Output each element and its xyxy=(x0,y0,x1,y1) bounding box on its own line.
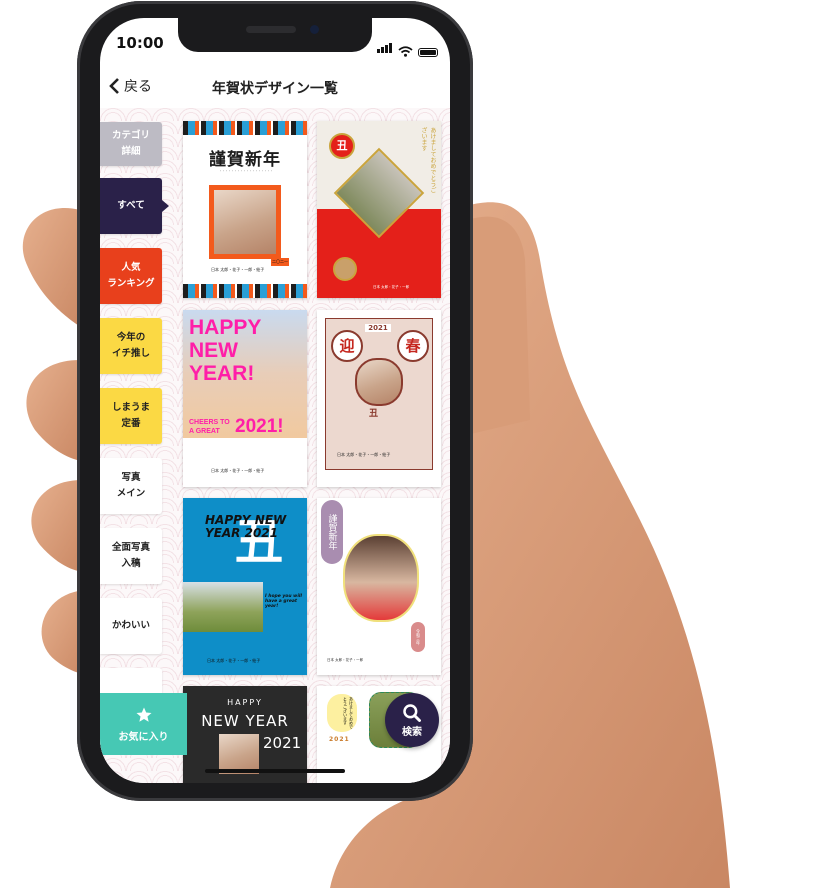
card-names: 日本 太郎・花子・一郎 xyxy=(327,658,364,662)
card-headline: HAPPY NEW YEAR 2021 xyxy=(205,513,287,540)
photo-frame xyxy=(209,185,281,259)
card-headline: 謹賀新年 xyxy=(209,150,281,170)
card-headline: あけましておめでとうございます xyxy=(327,694,357,732)
card-names: 日本 太郎・花子・一郎 xyxy=(373,285,410,289)
nav-bar: 戻る 年賀状デザイン一覧 xyxy=(100,70,450,109)
design-card[interactable]: HAPPY NEW YEAR! CHEERS TO A GREAT 2021! … xyxy=(183,310,307,487)
category-item[interactable]: 人気 ランキング xyxy=(100,248,162,304)
notch xyxy=(178,18,372,52)
speaker xyxy=(246,26,296,33)
category-item[interactable]: カテゴリ 詳細 xyxy=(100,122,162,166)
design-card[interactable]: 丑 HAPPY NEW YEAR 2021 I hope you will ha… xyxy=(183,498,307,675)
category-item[interactable]: 全面写真 入稿 xyxy=(100,528,162,584)
search-button[interactable]: 検索 xyxy=(385,693,439,747)
wifi-icon xyxy=(398,46,413,57)
status-icons xyxy=(377,38,438,57)
card-names: 日本 太郎・花子・一郎・絵子 xyxy=(207,658,261,663)
page-title: 年賀状デザイン一覧 xyxy=(212,81,338,97)
card-sub: NEW YEAR xyxy=(201,712,289,730)
card-left-char: 迎 xyxy=(331,330,363,362)
card-headline: 謹賀新年 xyxy=(321,500,343,564)
card-sub: I hope you will have a great year! xyxy=(265,594,302,609)
card-zodiac: 丑 xyxy=(369,409,379,419)
battery-icon xyxy=(418,48,438,57)
card-headline: HAPPY xyxy=(227,698,263,707)
favorites-label: お気に入り xyxy=(118,731,169,743)
category-label: 写真 メイン xyxy=(116,472,146,499)
camera xyxy=(310,25,319,34)
card-year: 2021 xyxy=(263,734,302,752)
card-era: 令和三年 xyxy=(411,622,425,652)
stripe-border xyxy=(183,121,307,135)
card-year: 2021! xyxy=(235,416,284,437)
selected-indicator xyxy=(162,200,169,212)
card-names: 日本 太郎・花子・一郎・絵子 xyxy=(337,452,391,457)
search-icon xyxy=(403,703,421,722)
home-indicator xyxy=(205,769,345,773)
category-label: かわいい xyxy=(111,620,150,631)
card-year: 2021 xyxy=(365,324,391,332)
design-card[interactable]: 謹賀新年 ・・・・・・・・・・・・・・・・・・ 二〇二一 日本 太郎・花子・一郎… xyxy=(183,121,307,298)
card-names: 日本 太郎・花子・一郎・絵子 xyxy=(211,468,265,473)
card-tag: 二〇二一 xyxy=(271,258,289,266)
design-card[interactable]: 謹賀新年 令和三年 日本 太郎・花子・一郎 xyxy=(317,498,441,675)
status-time: 10:00 xyxy=(116,34,164,52)
stripe-border xyxy=(183,284,307,298)
category-label: 今年の イチ推し xyxy=(111,332,150,359)
card-names: 日本 太郎・花子・一郎・絵子 xyxy=(211,267,265,272)
phone-screen: 10:00 戻る 年賀状デザイン一覧 カテゴリ 詳細すべて人気 ランキング 今年の… xyxy=(100,18,450,783)
favorites-button[interactable]: お気に入り xyxy=(100,693,187,755)
design-card[interactable]: 丑 あけましておめでとうございます 日本 太郎・花子・一郎 xyxy=(317,121,441,298)
card-year: 2021 xyxy=(329,736,350,743)
category-item[interactable]: かわいい xyxy=(100,598,162,654)
category-label: すべて xyxy=(117,200,145,211)
category-label: カテゴリ 詳細 xyxy=(111,130,150,157)
category-label: 全面写真 入稿 xyxy=(111,542,150,569)
search-label: 検索 xyxy=(402,726,422,738)
category-item[interactable]: 今年の イチ推し xyxy=(100,318,162,374)
design-list: カテゴリ 詳細すべて人気 ランキング 今年の イチ推し しまうま 定番 写真 メイン全… xyxy=(100,108,450,783)
category-label: しまうま 定番 xyxy=(111,402,150,429)
design-card[interactable]: 迎 春 2021 丑 日本 太郎・花子・一郎・絵子 xyxy=(317,310,441,487)
category-label: 人気 ランキング xyxy=(107,262,155,289)
signal-icon xyxy=(377,38,393,57)
card-right-char: 春 xyxy=(397,330,429,362)
category-item[interactable]: 写真 メイン xyxy=(100,458,162,514)
card-headline: HAPPY NEW YEAR! xyxy=(189,316,261,385)
card-sub: CHEERS TO A GREAT xyxy=(189,419,230,435)
star-icon xyxy=(136,707,151,722)
category-item[interactable]: すべて xyxy=(100,178,169,234)
category-item[interactable]: しまうま 定番 xyxy=(100,388,162,444)
